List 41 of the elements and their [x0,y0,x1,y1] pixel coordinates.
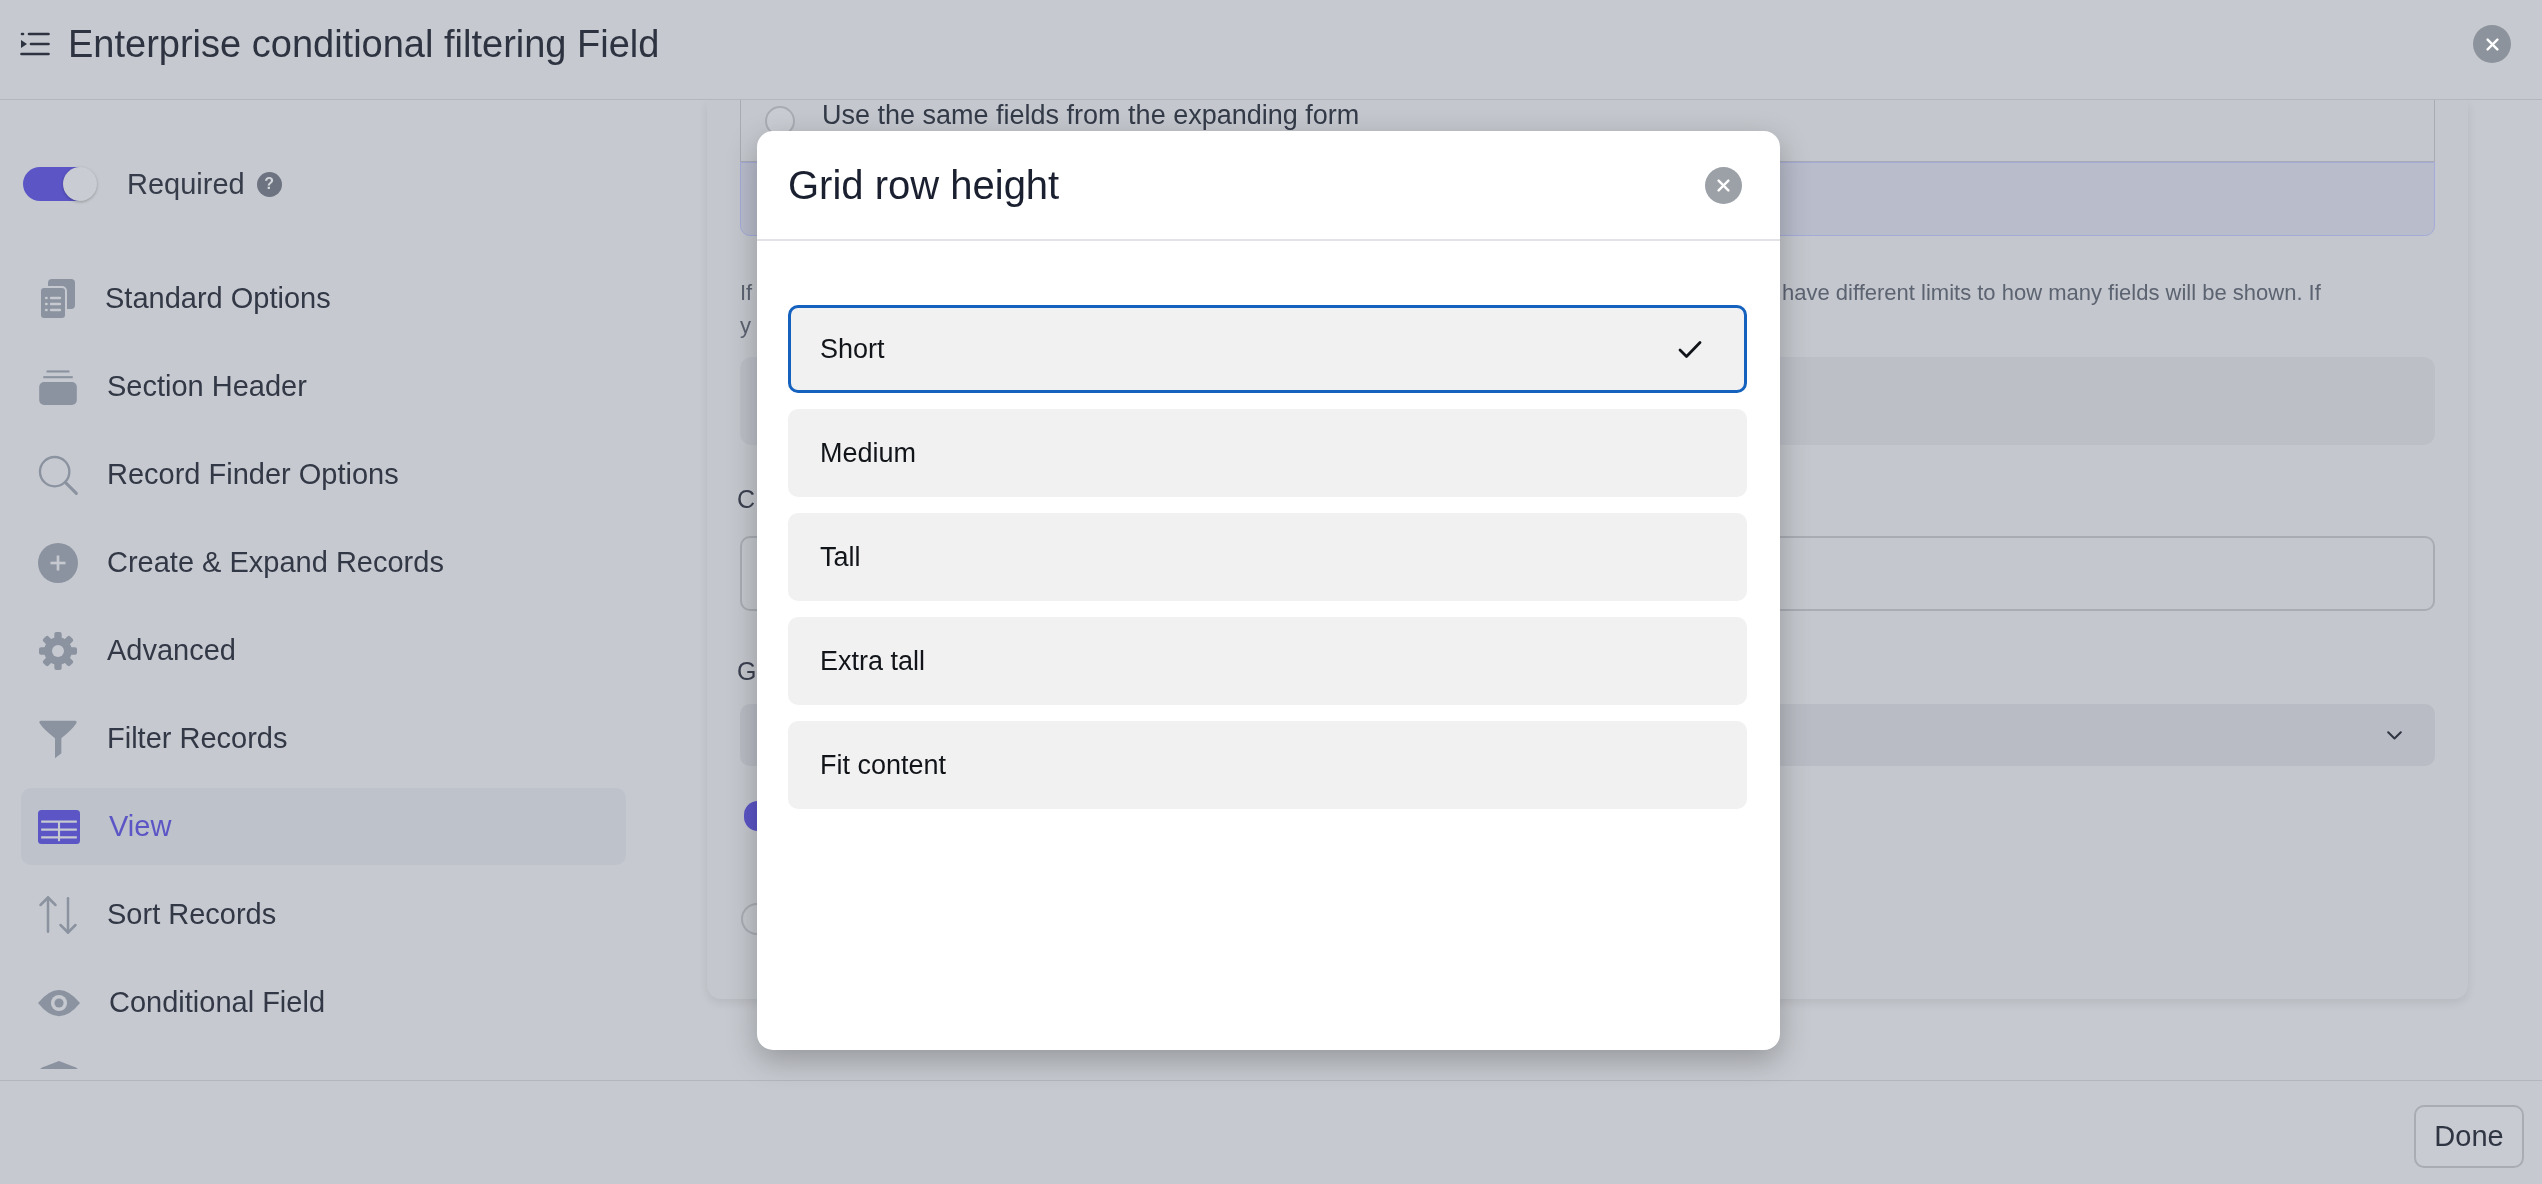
triangle-icon [40,1061,78,1069]
help-text: have different limits to how many fields will be shown. If [1782,279,2321,307]
close-button[interactable] [2473,25,2511,63]
modal-title: Grid row height [788,162,1060,208]
help-text: y [740,312,751,340]
sidebar-item[interactable]: Record Finder Options [21,436,626,513]
field-label: C [737,484,756,515]
row-height-option[interactable]: Fit content [788,721,1747,809]
close-icon [2485,37,2499,51]
row-height-option[interactable]: Tall [788,513,1747,601]
plus-circle-icon [38,542,78,583]
check-icon [1678,339,1702,359]
table-icon [38,809,80,844]
chevron-down-icon [2387,730,2402,740]
eye-icon [38,987,80,1018]
funnel-icon [38,718,78,759]
row-height-option[interactable]: Medium [788,409,1747,497]
gear-icon [38,630,78,671]
sidebar-item[interactable]: Advanced [21,612,626,689]
close-button[interactable] [1705,166,1742,204]
field-label: G [737,656,757,687]
sidebar-item[interactable]: Section Header [21,348,626,425]
sidebar-item[interactable]: Conditional Field [21,964,626,1041]
clipboard-icon [38,277,76,320]
toggle-label: Required [127,167,245,201]
sidebar-item[interactable]: Filter Records [21,700,626,777]
toggle-switch[interactable] [23,167,97,201]
stack-icon [38,368,78,405]
menu-icon[interactable] [20,32,50,56]
row-height-option[interactable]: Short [788,305,1747,393]
close-icon [1717,178,1730,192]
sidebar-item[interactable]: Create & Expand Records [21,524,626,601]
sort-arrows-icon [38,894,78,935]
sidebar-item[interactable]: Standard Options [21,260,626,337]
done-button[interactable]: Done [2414,1105,2524,1168]
toggle-switch[interactable] [744,801,758,831]
help-text: If [740,279,753,307]
row-height-option[interactable]: Extra tall [788,617,1747,705]
sidebar-item[interactable]: Sort Records [21,876,626,953]
window-title: Enterprise conditional filtering Field [68,22,660,66]
search-icon [38,454,78,495]
